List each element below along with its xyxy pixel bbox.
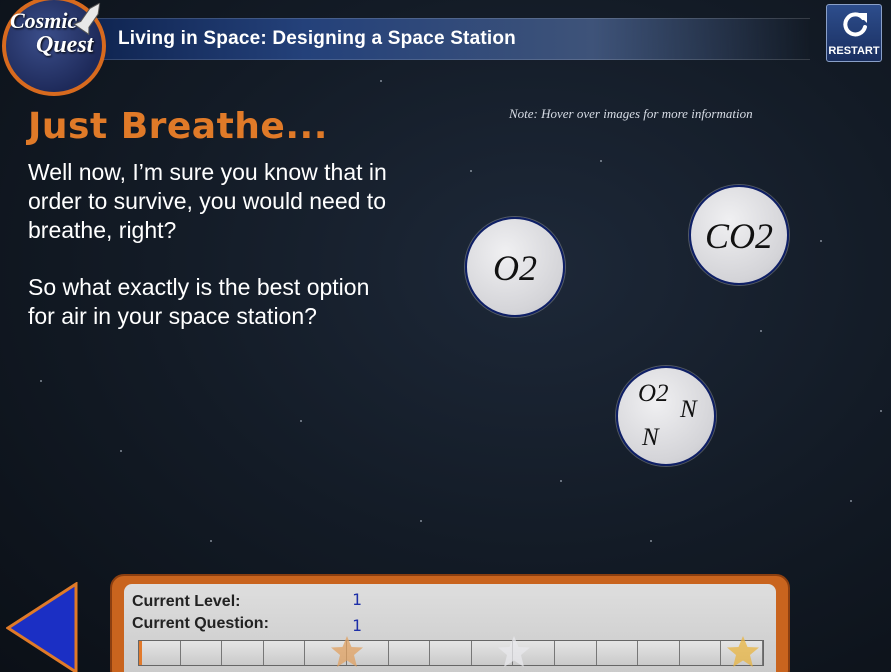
- star-icon: [727, 636, 760, 667]
- current-level-label: Current Level:: [132, 593, 241, 610]
- option-mix-n-label-2: N: [642, 424, 659, 451]
- page-title: Living in Space: Designing a Space Stati…: [118, 28, 516, 49]
- logo-text-cosmic: Cosmic: [10, 8, 78, 33]
- progress-segment: [180, 641, 223, 665]
- progress-segment: [222, 641, 264, 665]
- hover-note: Note: Hover over images for more informa…: [509, 106, 753, 121]
- intro-paragraph: Well now, I’m sure you know that in orde…: [28, 159, 387, 243]
- progress-segment: [596, 641, 639, 665]
- progress-fill: [139, 641, 143, 665]
- current-question-label: Current Question:: [132, 615, 269, 632]
- option-mix-n-label-1: N: [680, 396, 697, 423]
- progress-bar: [138, 640, 764, 666]
- status-panel: Current Level: 1 Current Question: 1: [110, 574, 790, 672]
- option-o2[interactable]: O2: [465, 217, 565, 317]
- option-o2-n-mix[interactable]: O2 N N: [616, 366, 716, 466]
- option-co2-label: CO2: [704, 216, 773, 256]
- status-inner: Current Level: 1 Current Question: 1: [124, 584, 776, 672]
- progress-segment: [139, 641, 181, 665]
- progress-segment: [388, 641, 431, 665]
- option-co2[interactable]: CO2: [689, 185, 789, 285]
- progress-segment: [638, 641, 680, 665]
- star-icon: [497, 636, 530, 667]
- progress-segment: [554, 641, 597, 665]
- cosmic-quest-logo: Cosmic Quest: [2, 0, 106, 96]
- back-arrow-icon[interactable]: [6, 582, 80, 672]
- restart-icon: [843, 12, 867, 37]
- section-heading: Just Breathe...: [28, 106, 328, 147]
- question-paragraph: So what exactly is the best option for a…: [28, 274, 370, 329]
- option-o2-label: O2: [493, 248, 537, 288]
- progress-segment: [430, 641, 472, 665]
- restart-label: RESTART: [828, 45, 880, 57]
- option-mix-o2-label: O2: [638, 380, 669, 407]
- star-icon: [330, 636, 363, 667]
- progress-segment: [679, 641, 722, 665]
- current-question-value: 1: [352, 616, 362, 635]
- current-level-value: 1: [352, 590, 362, 609]
- progress-segment: [263, 641, 306, 665]
- logo-text-quest: Quest: [36, 32, 94, 58]
- restart-button[interactable]: RESTART: [826, 4, 882, 62]
